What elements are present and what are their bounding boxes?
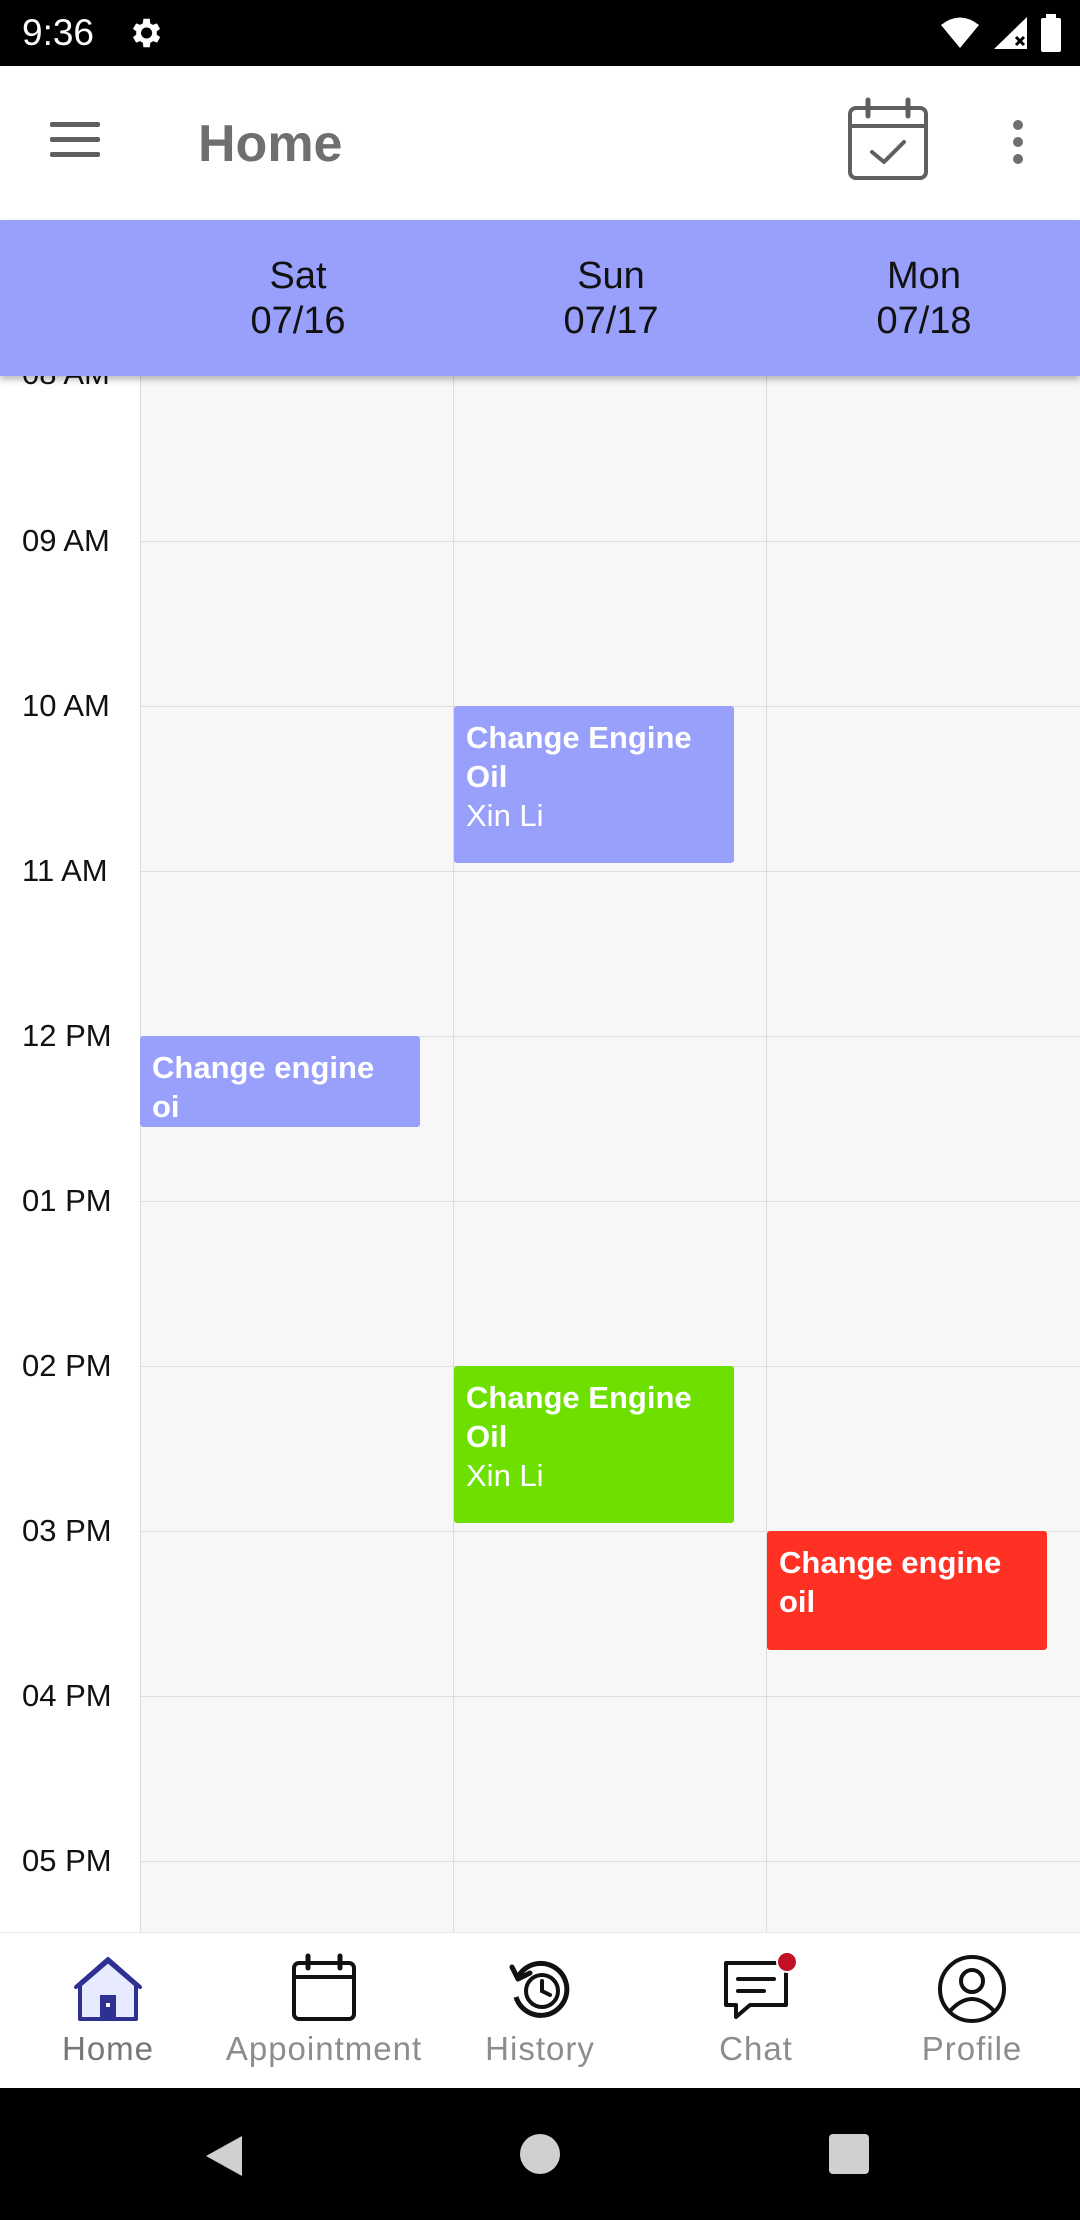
profile-icon (938, 1955, 1006, 2023)
day-weekday: Sun (577, 255, 645, 297)
app-bar: Home (0, 66, 1080, 220)
home-icon (74, 1957, 142, 2021)
day-header: Sat 07/16 Sun 07/17 Mon 07/18 (0, 220, 1080, 376)
history-icon (509, 1960, 570, 2018)
time-label: 05 PM (22, 1843, 112, 1878)
day-date: 07/18 (876, 300, 972, 342)
nav-item-profile[interactable]: Profile (864, 1933, 1080, 2089)
column-divider (453, 376, 454, 1932)
appointment-event[interactable]: Change Engine Oil Xin Li (454, 706, 734, 863)
signal-icon (994, 17, 1027, 49)
time-label: 10 AM (22, 688, 110, 723)
hour-divider (140, 1696, 1080, 1697)
day-date: 07/16 (250, 300, 346, 342)
hour-divider (140, 1861, 1080, 1862)
recents-square-icon[interactable] (829, 2134, 869, 2174)
appointment-event[interactable]: Change engine oil (767, 1531, 1047, 1650)
event-title: Change engine oi (152, 1050, 375, 1124)
calendar-check-icon[interactable] (844, 96, 934, 186)
event-title: Change engine oil (779, 1545, 1002, 1619)
column-divider (766, 376, 767, 1932)
time-label: 01 PM (22, 1183, 112, 1218)
bottom-navigation: Home Appointment History Chat Profile (0, 1932, 1080, 2088)
back-icon[interactable] (204, 2134, 244, 2178)
time-label: 04 PM (22, 1678, 112, 1713)
day-weekday: Sat (269, 255, 327, 297)
time-label: 12 PM (22, 1018, 112, 1053)
wifi-icon (941, 17, 979, 48)
status-bar: 9:36 (0, 0, 1080, 66)
grid-background (140, 376, 1080, 1932)
event-customer: Xin Li (466, 798, 544, 833)
appointment-event[interactable]: Change engine oi (140, 1036, 420, 1127)
hour-divider (140, 1201, 1080, 1202)
day-weekday: Mon (887, 255, 961, 297)
day-date: 07/17 (563, 300, 659, 342)
more-vert-icon[interactable] (990, 112, 1046, 172)
home-circle-icon[interactable] (520, 2134, 560, 2174)
settings-gear-icon (132, 18, 161, 48)
event-customer: Xin Li (466, 1458, 544, 1493)
nav-item-appointment[interactable]: Appointment (216, 1933, 432, 2089)
nav-label: Chat (719, 2030, 793, 2067)
time-label: 09 AM (22, 523, 110, 558)
nav-item-home[interactable]: Home (0, 1933, 216, 2089)
page-title: Home (198, 115, 343, 173)
day-column-header: Mon 07/18 (768, 254, 1080, 344)
nav-label: Appointment (225, 2030, 423, 2067)
system-navigation-bar (0, 2088, 1080, 2220)
time-label: 11 AM (22, 853, 108, 888)
time-label: 03 PM (22, 1513, 112, 1548)
time-label: 02 PM (22, 1348, 112, 1383)
hour-divider (140, 541, 1080, 542)
hour-divider (140, 871, 1080, 872)
nav-item-chat[interactable]: Chat (648, 1933, 864, 2089)
day-column-header: Sat 07/16 (142, 254, 454, 344)
time-label: 08 AM (22, 376, 110, 392)
status-time: 9:36 (22, 12, 95, 53)
schedule-grid[interactable]: 08 AM 09 AM 10 AM 11 AM 12 PM 01 PM 02 PM 03 P… (0, 376, 1080, 1932)
nav-label: Home (61, 2030, 155, 2067)
nav-item-history[interactable]: History (432, 1933, 648, 2089)
event-title: Change Engine Oil (466, 720, 692, 794)
nav-label: Profile (921, 2030, 1023, 2067)
calendar-icon (292, 1953, 356, 2021)
chat-notification-badge (776, 1951, 798, 1973)
battery-icon (1041, 14, 1061, 52)
hamburger-menu-icon[interactable] (44, 116, 108, 164)
event-title: Change Engine Oil (466, 1380, 692, 1454)
appointment-event[interactable]: Change Engine Oil Xin Li (454, 1366, 734, 1523)
day-column-header: Sun 07/17 (455, 254, 767, 344)
nav-label: History (485, 2030, 595, 2067)
